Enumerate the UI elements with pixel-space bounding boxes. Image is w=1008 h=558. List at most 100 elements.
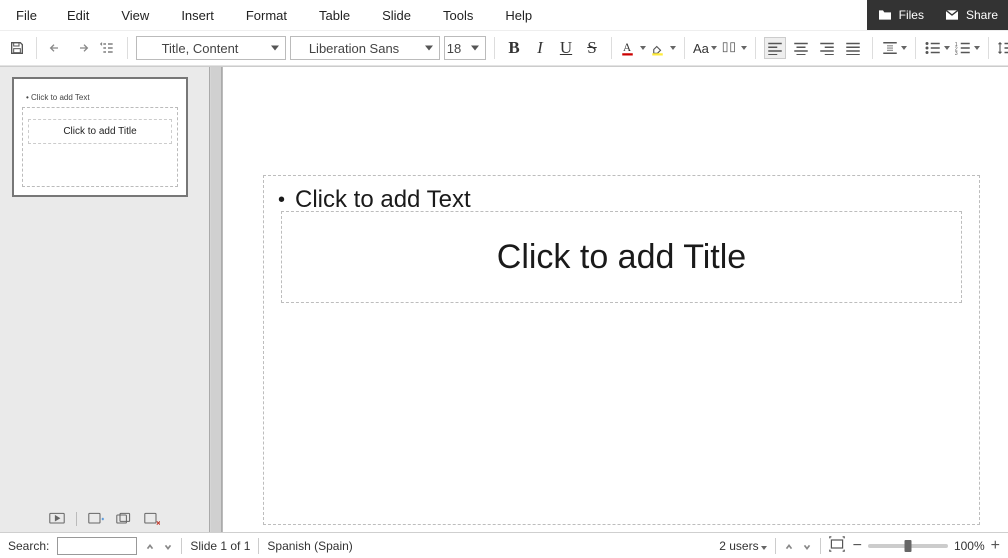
font-name-combo[interactable]: Liberation Sans — [290, 36, 440, 60]
number-list-button[interactable]: 123 — [954, 40, 980, 56]
chevron-down-icon — [944, 46, 950, 50]
separator — [820, 538, 821, 554]
align-left-icon — [766, 41, 784, 55]
chevron-down-icon — [670, 46, 676, 50]
outline-icon — [100, 40, 116, 56]
separator — [181, 538, 182, 554]
separator — [494, 37, 495, 59]
bold-button[interactable]: B — [503, 38, 525, 58]
bullet-list-icon — [924, 40, 942, 56]
menu-bar: File Edit View Insert Format Table Slide… — [0, 0, 1008, 30]
svg-text:3: 3 — [955, 51, 958, 56]
menu-format[interactable]: Format — [230, 2, 303, 29]
title-placeholder-text: Click to add Title — [497, 238, 746, 277]
menu-help[interactable]: Help — [489, 2, 548, 29]
main-area: Click to add Text Click to add Title Cli… — [0, 66, 1008, 532]
language-indicator[interactable]: Spanish (Spain) — [267, 539, 352, 553]
thumbnail-title-placeholder: Click to add Title — [28, 119, 172, 144]
files-label: Files — [899, 8, 924, 22]
chevron-down-icon — [901, 46, 907, 50]
files-button[interactable]: Files — [867, 0, 934, 30]
line-spacing-button[interactable] — [997, 40, 1008, 56]
font-name-value: Liberation Sans — [309, 41, 399, 56]
char-size-button[interactable]: Aa — [693, 41, 717, 56]
zoom-in-button[interactable]: + — [991, 537, 1000, 555]
chevron-down-icon — [761, 546, 767, 550]
menu-file[interactable]: File — [6, 2, 51, 29]
zoom-value[interactable]: 100% — [954, 539, 985, 553]
search-next-button[interactable] — [163, 541, 173, 551]
menu-edit[interactable]: Edit — [51, 2, 105, 29]
redo-icon — [74, 40, 90, 56]
separator — [258, 538, 259, 554]
slide-canvas[interactable]: Click to add Text Click to add Title — [222, 67, 1008, 532]
chevron-down-icon — [271, 46, 279, 51]
fit-slide-button[interactable] — [829, 536, 845, 555]
search-prev-button[interactable] — [145, 541, 155, 551]
delete-slide-button[interactable] — [143, 512, 161, 526]
separator — [127, 37, 128, 59]
align-right-icon — [818, 41, 836, 55]
chevron-down-icon — [974, 46, 980, 50]
underline-button[interactable]: U — [555, 38, 577, 58]
bullet-list-button[interactable] — [924, 40, 950, 56]
chevron-down-icon — [741, 46, 747, 50]
zoom-out-button[interactable]: − — [853, 537, 862, 555]
align-justify-button[interactable] — [842, 37, 864, 59]
ruler-area — [211, 67, 221, 532]
title-placeholder[interactable]: Click to add Title — [281, 211, 962, 303]
svg-text:A: A — [623, 42, 632, 54]
highlight-color-button[interactable] — [650, 39, 676, 57]
align-center-button[interactable] — [790, 37, 812, 59]
toolbar: Title, Content Liberation Sans 18 B I U … — [0, 30, 1008, 66]
users-indicator[interactable]: 2 users — [719, 539, 766, 553]
menu-tools[interactable]: Tools — [427, 2, 489, 29]
redo-button[interactable] — [71, 37, 93, 59]
duplicate-slide-button[interactable] — [115, 512, 133, 526]
char-spacing-button[interactable] — [721, 40, 747, 56]
font-size-value: 18 — [447, 41, 461, 56]
menu-table[interactable]: Table — [303, 2, 366, 29]
font-color-button[interactable]: A — [620, 39, 646, 57]
save-button[interactable] — [6, 37, 28, 59]
zoom-slider[interactable] — [868, 544, 948, 548]
valign-button[interactable] — [881, 40, 907, 56]
menu-slide[interactable]: Slide — [366, 2, 427, 29]
prev-slide-button[interactable] — [784, 541, 794, 551]
next-slide-button[interactable] — [802, 541, 812, 551]
new-slide-button[interactable] — [87, 512, 105, 526]
separator — [684, 37, 685, 59]
share-label: Share — [966, 8, 998, 22]
line-spacing-icon — [997, 40, 1008, 56]
align-left-button[interactable] — [764, 37, 786, 59]
undo-icon — [48, 40, 64, 56]
separator — [611, 37, 612, 59]
chevron-down-icon — [640, 46, 646, 50]
slide-panel: Click to add Text Click to add Title — [0, 67, 210, 532]
font-size-combo[interactable]: 18 — [444, 36, 486, 60]
char-spacing-icon — [721, 40, 739, 56]
layout-combo-value: Title, Content — [162, 41, 239, 56]
save-icon — [9, 40, 25, 56]
undo-button[interactable] — [45, 37, 67, 59]
strikethrough-button[interactable]: S — [581, 38, 603, 58]
menu-insert[interactable]: Insert — [165, 2, 230, 29]
thumbnail-text-placeholder: Click to add Text — [26, 93, 90, 102]
highlight-icon — [650, 39, 668, 57]
layout-combo[interactable]: Title, Content — [136, 36, 286, 60]
chevron-down-icon — [471, 46, 479, 51]
slide-thumbnail-1[interactable]: Click to add Text Click to add Title — [12, 77, 188, 197]
search-input[interactable] — [57, 537, 137, 555]
align-right-button[interactable] — [816, 37, 838, 59]
outline-button[interactable] — [97, 37, 119, 59]
valign-icon — [881, 40, 899, 56]
share-button[interactable]: Share — [934, 0, 1008, 30]
italic-button[interactable]: I — [529, 38, 551, 58]
separator — [775, 538, 776, 554]
separator — [36, 37, 37, 59]
chevron-down-icon — [425, 46, 433, 51]
start-slideshow-button[interactable] — [48, 512, 66, 526]
status-bar: Search: Slide 1 of 1 Spanish (Spain) 2 u… — [0, 532, 1008, 558]
search-label: Search: — [8, 539, 49, 553]
menu-view[interactable]: View — [105, 2, 165, 29]
